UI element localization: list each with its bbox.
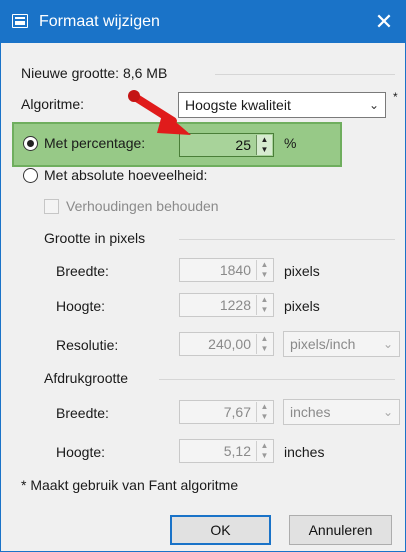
pixel-width-input[interactable]: 1840 ▲ ▼ bbox=[179, 258, 274, 282]
print-width-spinner[interactable]: ▲ ▼ bbox=[256, 402, 272, 422]
print-height-value: 5,12 bbox=[223, 443, 251, 459]
chevron-down-icon: ⌄ bbox=[382, 405, 393, 419]
pixel-height-spinner[interactable]: ▲ ▼ bbox=[256, 295, 272, 315]
resize-dialog: Formaat wijzigen ✕ Nieuwe grootte: 8,6 M… bbox=[0, 0, 406, 552]
divider bbox=[215, 74, 395, 75]
spin-down-icon[interactable]: ▼ bbox=[257, 305, 272, 315]
ok-button[interactable]: OK bbox=[170, 515, 271, 545]
new-size-label: Nieuwe grootte: 8,6 MB bbox=[21, 65, 168, 81]
absolute-radio[interactable] bbox=[23, 168, 38, 183]
annotation-arrow-icon bbox=[128, 90, 191, 135]
resolution-spinner[interactable]: ▲ ▼ bbox=[256, 334, 272, 354]
percentage-spinner[interactable]: ▲ ▼ bbox=[256, 135, 272, 155]
chevron-down-icon: ⌄ bbox=[368, 98, 379, 112]
spin-up-icon[interactable]: ▲ bbox=[257, 135, 272, 145]
pixel-width-value: 1840 bbox=[219, 262, 251, 278]
spin-up-icon[interactable]: ▲ bbox=[257, 260, 272, 270]
spin-down-icon[interactable]: ▼ bbox=[257, 270, 272, 280]
keep-ratio-checkbox[interactable] bbox=[44, 199, 59, 214]
pixel-height-value: 1228 bbox=[219, 297, 251, 313]
resize-window-icon bbox=[12, 14, 28, 28]
print-size-heading: Afdrukgrootte bbox=[44, 370, 129, 386]
algorithm-select[interactable]: Hoogste kwaliteit ⌄ bbox=[178, 92, 386, 118]
spin-up-icon[interactable]: ▲ bbox=[257, 402, 272, 412]
spin-down-icon[interactable]: ▼ bbox=[257, 451, 272, 461]
spin-down-icon[interactable]: ▼ bbox=[257, 145, 272, 155]
window-title: Formaat wijzigen bbox=[39, 13, 160, 30]
print-width-unit-select[interactable]: inches ⌄ bbox=[283, 399, 400, 425]
algorithm-asterisk: * bbox=[393, 90, 398, 104]
close-icon[interactable]: ✕ bbox=[363, 1, 405, 43]
spin-up-icon[interactable]: ▲ bbox=[257, 441, 272, 451]
pixel-width-unit: pixels bbox=[284, 263, 320, 279]
percentage-unit: % bbox=[284, 135, 297, 151]
algorithm-label: Algoritme: bbox=[21, 96, 85, 112]
resolution-unit-select[interactable]: pixels/inch ⌄ bbox=[283, 331, 400, 357]
resolution-input[interactable]: 240,00 ▲ ▼ bbox=[179, 332, 274, 356]
print-width-value: 7,67 bbox=[223, 404, 251, 420]
pixel-height-label: Hoogte: bbox=[56, 298, 106, 314]
spin-up-icon[interactable]: ▲ bbox=[257, 334, 272, 344]
pixel-height-input[interactable]: 1228 ▲ ▼ bbox=[179, 293, 274, 317]
resolution-unit-value: pixels/inch bbox=[290, 336, 356, 352]
spin-down-icon[interactable]: ▼ bbox=[257, 412, 272, 422]
print-height-label: Hoogte: bbox=[56, 444, 106, 460]
percentage-value: 25 bbox=[235, 137, 251, 153]
pixel-width-label: Breedte: bbox=[56, 263, 109, 279]
divider bbox=[179, 239, 395, 240]
pixel-size-heading: Grootte in pixels bbox=[44, 230, 146, 246]
title-bar[interactable]: Formaat wijzigen ✕ bbox=[1, 1, 405, 43]
absolute-label: Met absolute hoeveelheid: bbox=[44, 167, 208, 183]
print-height-input[interactable]: 5,12 ▲ ▼ bbox=[179, 439, 274, 463]
percentage-radio[interactable] bbox=[23, 136, 38, 151]
pixel-height-unit: pixels bbox=[284, 298, 320, 314]
keep-ratio-label: Verhoudingen behouden bbox=[66, 198, 219, 214]
cancel-button[interactable]: Annuleren bbox=[289, 515, 392, 545]
footnote: * Maakt gebruik van Fant algoritme bbox=[21, 477, 239, 493]
spin-up-icon[interactable]: ▲ bbox=[257, 295, 272, 305]
print-width-unit-value: inches bbox=[290, 404, 331, 420]
resolution-label: Resolutie: bbox=[56, 337, 119, 353]
print-height-unit: inches bbox=[284, 444, 325, 460]
print-height-spinner[interactable]: ▲ ▼ bbox=[256, 441, 272, 461]
print-width-label: Breedte: bbox=[56, 405, 109, 421]
print-width-input[interactable]: 7,67 ▲ ▼ bbox=[179, 400, 274, 424]
spin-down-icon[interactable]: ▼ bbox=[257, 344, 272, 354]
pixel-width-spinner[interactable]: ▲ ▼ bbox=[256, 260, 272, 280]
chevron-down-icon: ⌄ bbox=[382, 337, 393, 351]
resolution-value: 240,00 bbox=[208, 336, 251, 352]
divider bbox=[159, 379, 395, 380]
